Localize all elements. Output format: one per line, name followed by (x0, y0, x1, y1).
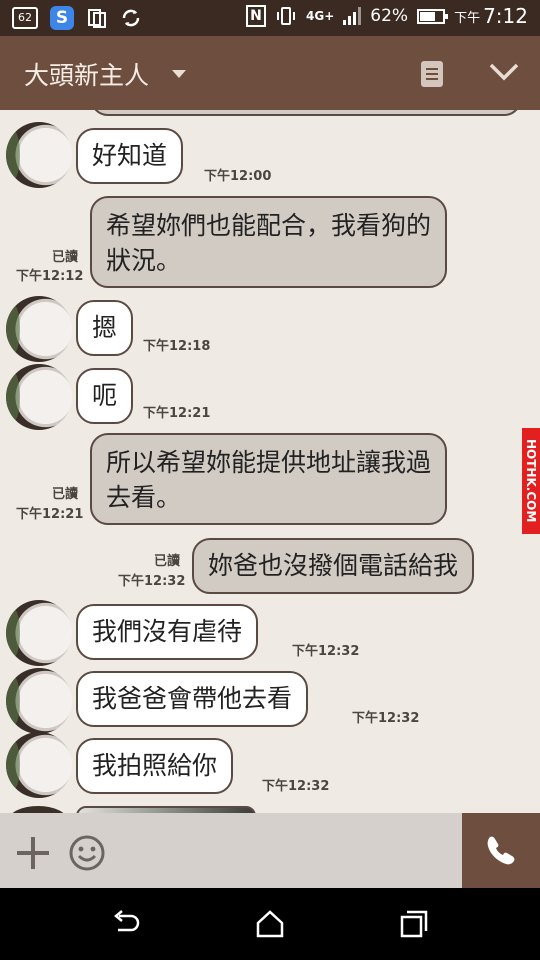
message-bubble-in[interactable]: 呃 (76, 368, 134, 424)
avatar[interactable] (6, 732, 72, 798)
signal-icon (343, 7, 362, 25)
chat-area[interactable]: 好知道 下午12:00 已讀 下午12:12 希望妳們也能配合，我看狗的 狀況。… (0, 110, 540, 813)
watermark: HOTHK.COM (522, 428, 540, 534)
message-time: 下午12:21 (16, 507, 84, 522)
message-text: 好知道 (92, 141, 168, 170)
partial-message-bubble (90, 110, 522, 116)
battery-percent: 62% (370, 6, 409, 26)
message-time: 下午12:21 (143, 406, 211, 421)
message-time: 下午12:32 (118, 574, 186, 589)
message-bubble-out[interactable]: 所以希望妳能提供地址讓我過 去看。 (90, 433, 448, 525)
navigation-bar (0, 888, 540, 960)
message-bubble-out[interactable]: 希望妳們也能配合，我看狗的 狀況。 (90, 196, 448, 288)
avatar (8, 806, 68, 813)
message-text: 妳爸也沒撥個電話給我 (208, 551, 459, 580)
message-bubble-in[interactable]: 我們沒有虐待 (76, 604, 259, 660)
message-time: 下午12:12 (16, 269, 84, 284)
message-time: 下午12:18 (143, 339, 211, 354)
message-bubble-in[interactable]: 我拍照給你 (76, 738, 234, 794)
message-text: 摁 (92, 313, 118, 342)
message-text: 我們沒有虐待 (92, 617, 243, 646)
note-icon[interactable] (421, 61, 443, 87)
plus-icon[interactable] (17, 837, 49, 869)
recents-icon[interactable] (398, 908, 430, 940)
read-receipt: 已讀 (154, 554, 181, 569)
message-time: 下午12:32 (262, 779, 330, 794)
phone-icon (487, 836, 515, 865)
vibrate-icon (277, 7, 295, 25)
avatar[interactable] (6, 296, 72, 362)
copy-icon (88, 9, 106, 28)
clock-ampm: 下午 (454, 10, 481, 26)
app-s-icon: S (50, 6, 74, 30)
network-type: 4G+ (306, 9, 335, 23)
home-icon[interactable] (254, 908, 286, 940)
message-text: 我拍照給你 (92, 751, 218, 780)
chat-title[interactable]: 大頭新主人 (24, 56, 149, 92)
message-text: 我爸爸會帶他去看 (92, 684, 293, 713)
message-text-line: 去看。 (106, 483, 182, 512)
caret-down-icon[interactable] (172, 70, 186, 78)
chat-header: 大頭新主人 (0, 36, 540, 110)
avatar[interactable] (6, 600, 72, 666)
message-bubble-in[interactable]: 好知道 (76, 128, 184, 184)
sync-icon (122, 9, 140, 27)
photo-message[interactable] (76, 806, 256, 813)
battery-icon (417, 8, 449, 24)
avatar[interactable] (6, 122, 72, 188)
message-bubble-in[interactable]: 我爸爸會帶他去看 (76, 671, 309, 727)
message-time: 下午12:32 (352, 711, 420, 726)
message-bubble-out[interactable]: 妳爸也沒撥個電話給我 (192, 538, 475, 594)
input-bar (0, 813, 540, 888)
message-text-line: 所以希望妳能提供地址讓我過 (106, 448, 432, 477)
message-text: 呃 (92, 381, 118, 410)
emoji-icon[interactable] (68, 834, 106, 872)
avatar[interactable] (6, 364, 72, 430)
notification-count-icon: 62 (12, 7, 38, 29)
message-time: 下午12:32 (292, 644, 360, 659)
message-bubble-in[interactable]: 摁 (76, 300, 134, 356)
nfc-icon: N (246, 5, 266, 27)
read-receipt: 已讀 (52, 487, 79, 502)
message-text-line: 狀況。 (106, 246, 182, 275)
status-bar: 62 S N 4G+ 62% 下午 7:12 (0, 0, 540, 36)
avatar[interactable] (6, 668, 72, 734)
read-receipt: 已讀 (52, 250, 79, 265)
clock-time: 7:12 (483, 4, 528, 28)
call-button[interactable] (462, 813, 540, 888)
back-icon[interactable] (110, 908, 142, 940)
message-text-line: 希望妳們也能配合，我看狗的 (106, 211, 432, 240)
message-time: 下午12:00 (204, 169, 272, 184)
chevron-down-icon[interactable] (488, 58, 520, 86)
